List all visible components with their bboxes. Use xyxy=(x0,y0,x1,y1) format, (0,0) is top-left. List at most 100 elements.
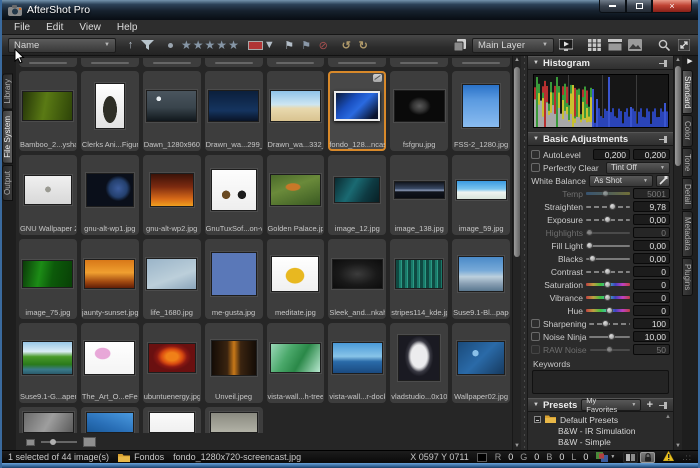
grid-item[interactable]: image_138.jpg xyxy=(390,155,448,235)
filter-icon[interactable] xyxy=(139,37,156,53)
value-field[interactable]: 0,00 xyxy=(633,240,670,251)
grid-item-partial[interactable] xyxy=(205,58,263,67)
slider-handle[interactable] xyxy=(586,229,593,236)
scroll-down-icon[interactable]: ▼ xyxy=(513,443,521,449)
grid-item[interactable]: stripes114_kde.jpg xyxy=(390,239,448,319)
grid-item[interactable]: The_Art_O...eFear.jpg xyxy=(81,323,139,403)
slideshow-icon[interactable] xyxy=(557,37,574,53)
grid-item-partial[interactable] xyxy=(81,58,139,67)
basic-adjustments-header[interactable]: ▼ Basic Adjustments xyxy=(528,132,673,146)
grid-item[interactable]: GNU Wallpaper 2.jpg xyxy=(19,155,77,235)
checkbox[interactable] xyxy=(531,345,540,354)
grid-item[interactable]: GnuTuxSof...on-v1.jpg xyxy=(205,155,263,235)
grid-item[interactable]: Sleek_and...nkahn.jpg xyxy=(328,239,386,319)
sort-direction-icon[interactable]: ↑ xyxy=(122,37,139,53)
slider-handle[interactable] xyxy=(604,281,611,288)
grid-item-partial[interactable] xyxy=(19,58,77,67)
preset-default-presets[interactable]: Default Presets xyxy=(534,414,671,425)
grid-item[interactable]: gnu-alt-wp2.jpg xyxy=(143,155,201,235)
scroll-up-icon[interactable]: ▲ xyxy=(674,57,682,63)
grid-item-partial[interactable] xyxy=(452,58,510,67)
grid-item[interactable]: Drawn_wa...332_.jpg xyxy=(267,71,325,151)
collapse-panel-icon[interactable]: ▶ xyxy=(682,57,698,69)
warning-icon[interactable] xyxy=(663,451,674,463)
resize-grip[interactable]: .:: xyxy=(682,453,692,462)
dropdown-perfectly-clear[interactable]: Tint Off▼ xyxy=(606,162,670,174)
grid-item-partial[interactable] xyxy=(19,407,77,433)
preset-bleach-bypass[interactable]: Bleach Bypass xyxy=(534,447,671,450)
keywords-input[interactable] xyxy=(532,370,669,394)
slider-fill-light[interactable] xyxy=(586,241,630,250)
tab-plugins[interactable]: Plugins xyxy=(682,258,693,296)
dropdown-white-balance[interactable]: As Shot▼ xyxy=(589,175,653,187)
grid-item[interactable]: image_12.jpg xyxy=(328,155,386,235)
preview-view-icon[interactable] xyxy=(626,37,643,53)
panel-scrollbar-thumb[interactable] xyxy=(675,66,681,166)
star-rating-filter[interactable]: ★ ★ ★ ★ ★ xyxy=(181,39,239,51)
slider-noise-ninja[interactable] xyxy=(589,332,630,341)
panel-scrollbar[interactable]: ▲ ▼ xyxy=(673,56,682,450)
tab-standard[interactable]: Standard xyxy=(682,70,693,114)
grid-scrollbar[interactable]: ▲ ▼ xyxy=(512,56,521,450)
slider-saturation[interactable] xyxy=(586,280,630,289)
value-field[interactable]: 0,200 xyxy=(593,149,630,160)
thumbnail-size-slider[interactable] xyxy=(41,441,77,443)
presets-header[interactable]: ▼ Presets My Favorites ▼ + xyxy=(528,398,673,412)
pin-icon[interactable] xyxy=(659,136,668,143)
value-field[interactable]: 9,78 xyxy=(633,201,670,212)
grid-item[interactable]: Drawn_wa...299_.jpg xyxy=(205,71,263,151)
grid-item-partial[interactable] xyxy=(267,58,325,67)
slider-handle[interactable] xyxy=(606,307,613,314)
split-view-icon[interactable] xyxy=(606,37,623,53)
slider-handle[interactable] xyxy=(608,333,615,340)
layers-icon[interactable] xyxy=(452,37,469,53)
star-icon[interactable]: ★ xyxy=(181,39,192,51)
rating-dot-icon[interactable] xyxy=(162,37,179,53)
grid-item[interactable]: vista-wall...h-tree.jpg xyxy=(267,323,325,403)
star-icon[interactable]: ★ xyxy=(193,39,204,51)
slider-handle[interactable] xyxy=(604,268,611,275)
grid-item-partial[interactable] xyxy=(143,407,201,433)
layer-selector-dropdown[interactable]: Main Layer ▼ xyxy=(472,38,554,53)
value-field[interactable]: 0 xyxy=(633,227,670,238)
grid-scrollbar-thumb[interactable] xyxy=(514,67,520,257)
dual-display-button[interactable] xyxy=(623,452,638,463)
minimize-button[interactable] xyxy=(599,0,626,13)
grid-item-partial[interactable] xyxy=(143,58,201,67)
sort-field-dropdown[interactable]: Name ▼ xyxy=(8,38,116,53)
menu-edit[interactable]: Edit xyxy=(38,22,71,33)
value-field[interactable]: 0,00 xyxy=(633,253,670,264)
preset-b-w-ir-simulation[interactable]: B&W - IR Simulation xyxy=(534,425,671,436)
color-label-swatch[interactable] xyxy=(247,37,264,53)
menu-file[interactable]: File xyxy=(6,22,38,33)
collapse-arrow-icon[interactable]: ▼ xyxy=(533,136,539,142)
pin-icon[interactable] xyxy=(659,402,668,409)
proof-colors-control[interactable]: ▼ xyxy=(596,452,615,462)
menu-help[interactable]: Help xyxy=(109,22,146,33)
tab-detail[interactable]: Detail xyxy=(682,178,693,210)
preset-b-w-simple[interactable]: B&W - Simple xyxy=(534,436,671,447)
slider-raw-noise[interactable] xyxy=(590,345,630,354)
slider-contrast[interactable] xyxy=(586,267,630,276)
scroll-down-icon[interactable]: ▼ xyxy=(674,443,682,449)
thumbnail-view-icon[interactable] xyxy=(586,37,603,53)
checkbox[interactable] xyxy=(531,163,540,172)
collapse-arrow-icon[interactable]: ▼ xyxy=(533,402,539,408)
grid-item[interactable]: Dawn_1280x960.jpg xyxy=(143,71,201,151)
no-flag-icon[interactable]: ⊘ xyxy=(315,37,332,53)
grid-item-partial[interactable] xyxy=(81,407,139,433)
tab-color[interactable]: Color xyxy=(682,115,693,146)
value-field[interactable]: 5001 xyxy=(633,188,670,199)
grid-item[interactable]: ubuntuenergy.jpg xyxy=(143,323,201,403)
slider-handle[interactable] xyxy=(586,242,593,249)
slider-handle[interactable] xyxy=(609,203,616,210)
grid-item[interactable]: me-gusta.jpg xyxy=(205,239,263,319)
value-field[interactable]: 10,00 xyxy=(633,331,670,342)
grid-item[interactable]: meditate.jpg xyxy=(267,239,325,319)
grid-item[interactable]: Suse9.1-G...apers.jpg xyxy=(19,323,77,403)
close-button[interactable]: × xyxy=(652,0,692,13)
value-field[interactable]: 100 xyxy=(633,318,670,329)
grid-item[interactable]: Bamboo_2...ysha.jpg xyxy=(19,71,77,151)
rotate-left-icon[interactable]: ↺ xyxy=(338,37,355,53)
value-field[interactable]: 0 xyxy=(633,266,670,277)
